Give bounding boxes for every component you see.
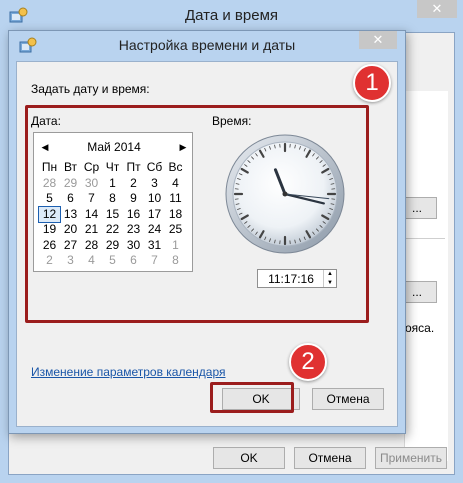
parent-close-button[interactable]: ✕ (417, 0, 457, 18)
highlight-datetime-area (25, 105, 369, 323)
parent-window-title: Дата и время (184, 7, 279, 24)
parent-timezone-text: ояса. (405, 321, 435, 335)
highlight-ok-button (210, 382, 294, 413)
parent-title-bar: Дата и время ✕ (0, 0, 463, 32)
parent-ok-button[interactable]: OK (213, 447, 285, 469)
annotation-badge-2: 2 (289, 343, 327, 381)
dialog-title: Настройка времени и даты (118, 37, 296, 53)
annotation-badge-1: 1 (353, 64, 391, 102)
parent-content-panel (404, 91, 448, 461)
dialog-heading: Задать дату и время: (31, 82, 150, 96)
dialog-cancel-button[interactable]: Отмена (312, 388, 384, 410)
dialog-close-button[interactable]: ✕ (359, 31, 397, 49)
parent-cancel-button[interactable]: Отмена (294, 447, 366, 469)
parent-separator-1 (401, 238, 445, 239)
calendar-settings-link[interactable]: Изменение параметров календаря (31, 365, 226, 379)
parent-apply-button[interactable]: Применить (375, 447, 447, 469)
